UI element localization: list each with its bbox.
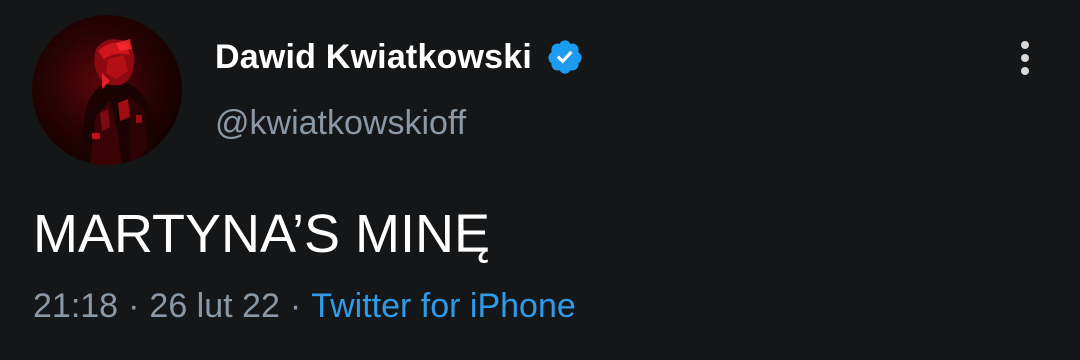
separator-dot: · — [289, 287, 302, 325]
tweet-card: Dawid Kwiatkowski @kwiatkowskioff MARTYN… — [0, 0, 1080, 360]
tweet-metadata: 21:18 · 26 lut 22 · Twitter for iPhone — [33, 283, 576, 329]
tweet-text: MARTYNA’S MINĘ — [33, 204, 491, 264]
more-options-icon[interactable] — [1008, 38, 1042, 78]
avatar-image — [32, 15, 182, 165]
tweet-time[interactable]: 21:18 — [33, 287, 118, 325]
avatar[interactable] — [32, 15, 182, 165]
author-name-row[interactable]: Dawid Kwiatkowski — [215, 34, 584, 80]
verified-badge-icon — [546, 38, 584, 76]
tweet-date[interactable]: 26 lut 22 — [149, 287, 279, 325]
display-name[interactable]: Dawid Kwiatkowski — [215, 34, 532, 80]
separator-dot: · — [128, 287, 140, 325]
author-handle[interactable]: @kwiatkowskioff — [215, 100, 466, 146]
tweet-source-link[interactable]: Twitter for iPhone — [311, 287, 576, 325]
